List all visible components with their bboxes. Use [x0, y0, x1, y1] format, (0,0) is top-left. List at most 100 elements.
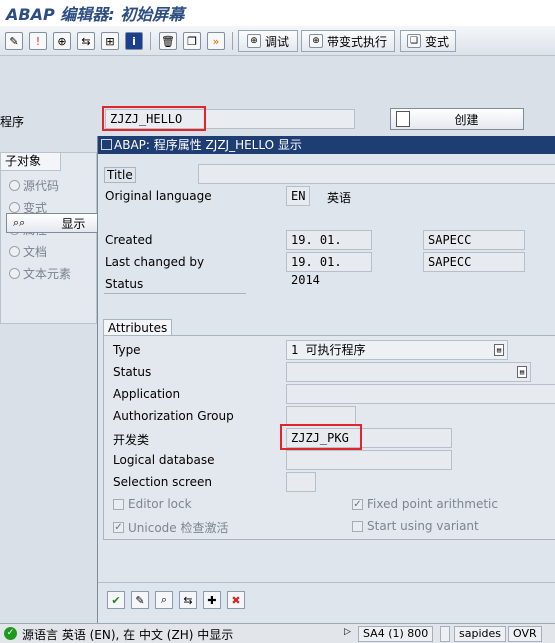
execute-with-variant-button[interactable]: ⊕ 带变式执行 [301, 30, 395, 52]
checkbox-box-checked: ✓ [352, 498, 363, 510]
status-expand-icon[interactable]: ▷ [344, 627, 351, 637]
application-toolbar: ✎ ! ⊕ ⇆ ⊞ i 🗑 ❐ » ⊕ 调试 ⊕ 带变式执行 ❏ 变式 [0, 26, 555, 56]
display-change-button[interactable]: ✎ [4, 30, 24, 52]
system-info-dropdown-icon[interactable] [440, 626, 450, 642]
package-label: 开发类 [113, 433, 150, 447]
object-list-icon: ⊞ [101, 32, 119, 50]
attr-status-dropdown[interactable]: ▤ [286, 362, 531, 382]
last-changed-date-field: 19. 01. 2014 [286, 252, 372, 287]
last-changed-user-field: SAPECC [423, 252, 525, 272]
navigate-button[interactable]: ⇆ [179, 591, 197, 609]
main-area: 程序 ZJZJ_HELLO 创建 子对象 源代码 变式 属性 文档 文本元素 ⌕… [0, 56, 555, 623]
new-document-icon [396, 111, 410, 127]
radio-source-code[interactable]: 源代码 [9, 177, 59, 194]
type-label: Type [113, 343, 141, 357]
dropdown-icon: ▤ [517, 366, 527, 378]
checkbox-box [352, 520, 363, 532]
debug-label: 调试 [264, 34, 289, 49]
dialog-window-icon [101, 139, 112, 150]
insert-mode[interactable]: OVR [508, 626, 542, 642]
program-highlight-box [102, 106, 206, 131]
original-language-label: Original language [105, 189, 212, 203]
where-used-button[interactable]: ⇆ [76, 30, 96, 52]
logical-database-field [286, 450, 452, 470]
delete-button[interactable]: 🗑 [158, 30, 178, 52]
dialog-titlebar: ABAP: 程序属性 ZJZJ_HELLO 显示 [98, 136, 555, 154]
radio-dot [9, 180, 20, 191]
info-icon: i [125, 32, 143, 50]
editor-lock-checkbox[interactable]: Editor lock [113, 497, 192, 511]
new-entry-button[interactable]: ✚ [203, 591, 221, 609]
system-info[interactable]: SA4 (1) 800 [358, 626, 434, 642]
variants-button[interactable]: ❏ 变式 [400, 30, 456, 52]
status-divider [104, 293, 246, 294]
info-button[interactable]: i [124, 30, 144, 52]
window-titlebar: ABAP 编辑器: 初始屏幕 [0, 0, 555, 26]
application-label: Application [113, 387, 181, 401]
original-language-field: EN [286, 186, 310, 206]
radio-dot [9, 202, 20, 213]
checkmark-icon: ✔ [111, 593, 121, 607]
edit-button[interactable]: ✎ [131, 591, 149, 609]
toolbar-separator [150, 32, 151, 50]
pencil-icon: ✎ [135, 593, 145, 607]
close-icon: ✖ [231, 593, 241, 607]
rename-icon: » [207, 32, 225, 50]
start-using-variant-checkbox[interactable]: Start using variant [352, 519, 479, 533]
unicode-check-checkbox[interactable]: ✓ Unicode 检查激活 [113, 519, 228, 536]
created-user-field: SAPECC [423, 230, 525, 250]
hierarchy-icon: ⇆ [183, 593, 193, 607]
window-title: ABAP 编辑器: 初始屏幕 [6, 5, 185, 24]
fixed-point-arithmetic-checkbox[interactable]: ✓ Fixed point arithmetic [352, 497, 498, 511]
copy-button[interactable]: ❐ [182, 30, 202, 52]
status-message: 源语言 英语 (EN), 在 中文 (ZH) 中显示 [22, 628, 234, 642]
trash-icon: 🗑 [159, 32, 177, 50]
authorization-group-label: Authorization Group [113, 409, 234, 423]
variants-label: 变式 [424, 34, 449, 49]
variant-icon: ❏ [406, 34, 421, 48]
copy-icon: ❐ [183, 32, 201, 50]
check-button[interactable]: ⊕ [52, 30, 72, 52]
created-date-field: 19. 01. 2014 [286, 230, 372, 265]
checkbox-box-checked: ✓ [113, 522, 124, 533]
attr-status-label: Status [113, 365, 152, 379]
dialog-title: ABAP: 程序属性 ZJZJ_HELLO 显示 [114, 138, 302, 152]
display-button[interactable]: ⌕⌕ 显示 [6, 213, 102, 233]
package-highlight-box [280, 424, 362, 450]
hierarchy-icon: ⇆ [77, 32, 95, 50]
search-icon: ⌕ [160, 593, 168, 606]
title-field [198, 164, 555, 184]
create-button[interactable]: 创建 [390, 108, 524, 130]
server-name: sapides [454, 626, 506, 642]
confirm-button[interactable]: ✔ [107, 591, 125, 609]
subobjects-panel: 子对象 源代码 变式 属性 文档 文本元素 [0, 152, 97, 324]
plus-icon: ✚ [207, 593, 217, 607]
object-list-button[interactable]: ⊞ [100, 30, 120, 52]
radio-documentation[interactable]: 文档 [9, 243, 47, 260]
application-field [286, 384, 555, 404]
radio-text-elements[interactable]: 文本元素 [9, 265, 71, 282]
original-language-name: 英语 [327, 191, 352, 205]
success-icon: ✓ [4, 627, 17, 640]
activate-icon: ! [29, 32, 47, 50]
logical-database-label: Logical database [113, 453, 215, 467]
checkbox-box [113, 498, 124, 510]
display-glasses-icon: ⌕⌕ [13, 216, 26, 229]
rename-button[interactable]: » [206, 30, 226, 52]
debug-button[interactable]: ⊕ 调试 [238, 30, 298, 52]
execute-with-variant-label: 带变式执行 [326, 34, 387, 49]
display-change-icon: ✎ [5, 32, 23, 50]
find-button[interactable]: ⌕ [155, 591, 173, 609]
check-icon: ⊕ [53, 32, 71, 50]
activate-button[interactable]: ! [28, 30, 48, 52]
type-dropdown[interactable]: 1 可执行程序 ▤ [286, 340, 508, 360]
subobjects-header: 子对象 [1, 153, 61, 171]
title-label: Title [104, 167, 136, 183]
cancel-button[interactable]: ✖ [227, 591, 245, 609]
toolbar-separator [232, 32, 233, 50]
status-bar: ✓ 源语言 英语 (EN), 在 中文 (ZH) 中显示 ▷ SA4 (1) 8… [0, 623, 555, 643]
selection-screen-field [286, 472, 316, 492]
program-attributes-dialog: ABAP: 程序属性 ZJZJ_HELLO 显示 Title Original … [97, 136, 555, 623]
status-label: Status [105, 277, 144, 291]
last-changed-label: Last changed by [105, 255, 205, 269]
